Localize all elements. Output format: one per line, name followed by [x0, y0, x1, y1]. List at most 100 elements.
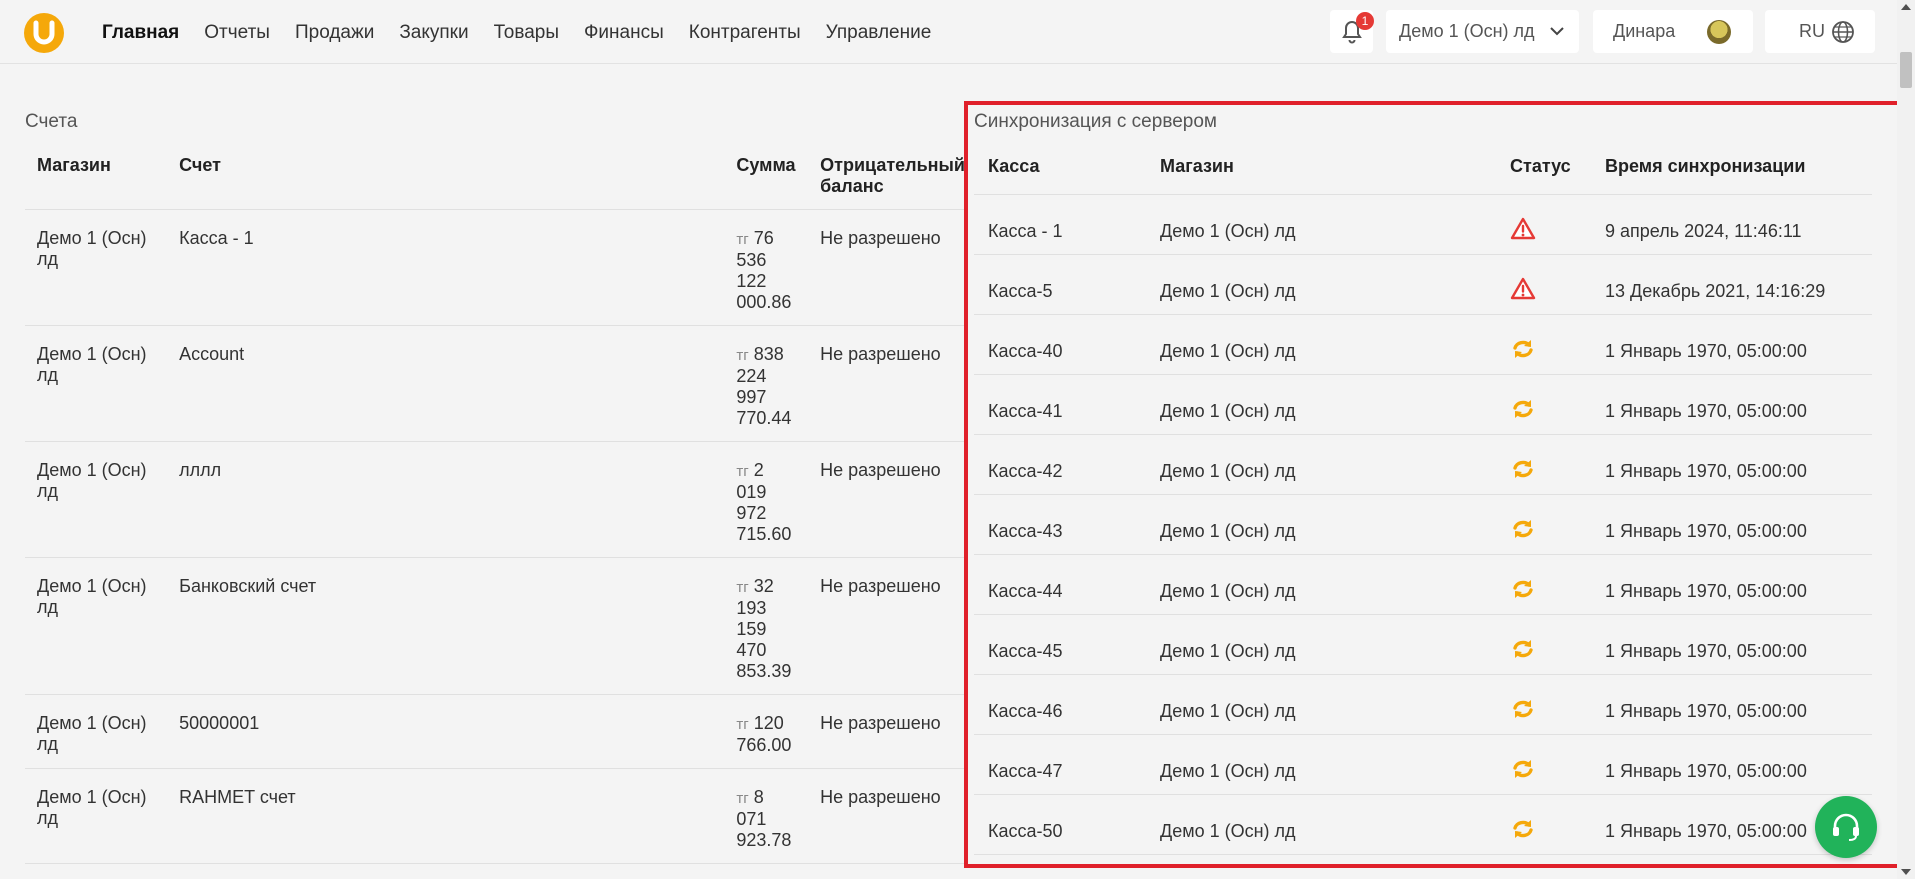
sum-part: 766.00 — [736, 735, 792, 755]
table-row[interactable]: Касса-42 Демо 1 (Осн) лд 1 Январь 1970, 05… — [974, 434, 1872, 495]
sync-time: 1 Январь 1970, 05:00:00 — [1591, 554, 1872, 615]
logo-icon[interactable] — [24, 13, 64, 53]
table-row[interactable]: Касса-47 Демо 1 (Осн) лд 1 Январь 1970, 05… — [974, 734, 1872, 795]
sync-time: 9 апрель 2024, 11:46:11 — [1591, 194, 1872, 255]
sync-store: Демо 1 (Осн) лд — [1146, 494, 1496, 555]
sync-header-row: Касса Магазин Статус Время синхронизации — [974, 140, 1872, 195]
sum-part: 770.44 — [736, 408, 792, 428]
support-chat-button[interactable] — [1815, 796, 1877, 858]
chevron-down-icon — [1550, 27, 1564, 36]
currency-label: тг — [736, 231, 749, 248]
nav-item-5[interactable]: Финансы — [584, 22, 664, 44]
language-label: RU — [1799, 21, 1825, 41]
table-row[interactable]: Демо 1 (Осн) лд Банковский счет тг 32 193 15… — [25, 557, 965, 695]
sync-store: Демо 1 (Осн) лд — [1146, 254, 1496, 315]
scroll-down-arrow[interactable] — [1901, 869, 1911, 875]
column-header-sum[interactable]: Сумма — [724, 140, 809, 210]
account-negative-balance: Не разрешено — [820, 460, 941, 480]
sync-cash: Касса-42 — [974, 434, 1146, 495]
account-name: лллл — [179, 460, 222, 480]
sync-store: Демо 1 (Осн) лд — [1146, 194, 1496, 255]
account-store: Демо 1 (Осн) лд — [37, 576, 147, 617]
column-header-account[interactable]: Счет — [167, 140, 725, 210]
sync-cash: Касса-45 — [974, 614, 1146, 675]
page-scrollbar[interactable] — [1897, 0, 1915, 879]
sync-cash: Касса-46 — [974, 674, 1146, 735]
sync-icon — [1513, 759, 1533, 778]
avatar — [1707, 20, 1731, 44]
sum-part: 536 — [736, 250, 767, 270]
sync-status — [1496, 734, 1591, 795]
sync-cash: Касса-5 — [974, 254, 1146, 315]
table-row[interactable]: Демо 1 (Осн) лд RAHMET счет тг 8 071 923.78 Н… — [25, 768, 965, 864]
user-menu[interactable]: Динара — [1593, 10, 1753, 53]
account-negative-balance: Не разрешено — [820, 228, 941, 248]
sum-part: 972 — [736, 503, 767, 523]
table-row[interactable]: Демо 1 (Осн) лд Касса - 1 тг 76 536 122 000.8… — [25, 209, 965, 326]
sync-cash: Касса-43 — [974, 494, 1146, 555]
table-row[interactable]: Касса-44 Демо 1 (Осн) лд 1 Январь 1970, 05… — [974, 554, 1872, 615]
sync-status — [1496, 794, 1591, 855]
sum-part: 159 — [736, 619, 767, 639]
sum-part: 000.86 — [736, 292, 792, 312]
account-sum: тг 76 536 122 000.86 — [736, 210, 808, 313]
sync-status — [1496, 554, 1591, 615]
accounts-header-row: Магазин Счет Сумма Отрицательный баланс — [25, 140, 965, 210]
sync-time: 1 Январь 1970, 05:00:00 — [1591, 734, 1872, 795]
store-selector-label: Демо 1 (Осн) лд — [1399, 21, 1535, 41]
sync-icon — [1513, 459, 1533, 478]
nav-item-3[interactable]: Закупки — [399, 22, 468, 44]
table-row[interactable]: Демо 1 (Осн) лд лллл тг 2 019 972 715.60 Не ра… — [25, 441, 965, 558]
table-row[interactable]: Касса-40 Демо 1 (Осн) лд 1 Январь 1970, 05… — [974, 314, 1872, 375]
nav-item-4[interactable]: Товары — [494, 22, 559, 44]
nav-item-0[interactable]: Главная — [102, 22, 179, 44]
sync-cash: Касса-44 — [974, 554, 1146, 615]
table-row[interactable]: Касса-46 Демо 1 (Осн) лд 1 Январь 1970, 05… — [974, 674, 1872, 735]
sync-cash: Касса-40 — [974, 314, 1146, 375]
sync-icon — [1513, 699, 1533, 718]
table-row[interactable]: Касса-5 Демо 1 (Осн) лд 13 Декабрь 2021, 1… — [974, 254, 1872, 315]
sync-time: 1 Январь 1970, 05:00:00 — [1591, 374, 1872, 435]
table-row[interactable]: Касса - 1 Демо 1 (Осн) лд 9 апрель 2024, 1… — [974, 194, 1872, 255]
account-store: Демо 1 (Осн) лд — [37, 713, 147, 754]
column-header-negative-balance[interactable]: Отрицательный баланс — [808, 140, 965, 210]
sum-part: 853.39 — [736, 661, 792, 681]
table-row[interactable]: Касса-43 Демо 1 (Осн) лд 1 Январь 1970, 05… — [974, 494, 1872, 555]
column-header-store[interactable]: Магазин — [25, 140, 168, 210]
language-selector[interactable]: RU — [1765, 10, 1875, 53]
column-header-sync-time[interactable]: Время синхронизации — [1591, 140, 1872, 195]
nav-item-7[interactable]: Управление — [826, 22, 932, 44]
nav-item-6[interactable]: Контрагенты — [689, 22, 801, 44]
column-header-sync-store[interactable]: Магазин — [1146, 140, 1496, 195]
table-row[interactable]: Демо 1 (Осн) лд Account тг 838 224 997 770.44… — [25, 325, 965, 442]
account-sum: тг 838 224 997 770.44 — [736, 326, 808, 429]
table-row[interactable]: Касса-41 Демо 1 (Осн) лд 1 Январь 1970, 05… — [974, 374, 1872, 435]
sync-time: 1 Январь 1970, 05:00:00 — [1591, 614, 1872, 675]
top-navigation-bar: Главная Отчеты Продажи Закупки Товары Финансы… — [0, 0, 1897, 64]
currency-label: тг — [736, 790, 749, 807]
account-store: Демо 1 (Осн) лд — [37, 460, 147, 501]
nav-item-2[interactable]: Продажи — [295, 22, 374, 44]
sum-part: 071 — [736, 809, 767, 829]
sum-part: 120 — [753, 713, 784, 733]
sum-part: 470 — [736, 640, 767, 660]
column-header-cash[interactable]: Касса — [974, 140, 1146, 195]
sync-time: 1 Январь 1970, 05:00:00 — [1591, 494, 1872, 555]
account-store: Демо 1 (Осн) лд — [37, 787, 147, 828]
sync-cash: Касса - 1 — [974, 194, 1146, 255]
scroll-up-arrow[interactable] — [1901, 4, 1911, 10]
nav-item-1[interactable]: Отчеты — [204, 22, 270, 44]
table-row[interactable]: Касса-45 Демо 1 (Осн) лд 1 Январь 1970, 05… — [974, 614, 1872, 675]
account-store: Демо 1 (Осн) лд — [37, 344, 147, 385]
sync-status — [1496, 434, 1591, 495]
table-row[interactable]: Касса-50 Демо 1 (Осн) лд 1 Январь 1970, 05… — [974, 794, 1872, 855]
scroll-thumb[interactable] — [1900, 52, 1912, 88]
column-header-status[interactable]: Статус — [1496, 140, 1591, 195]
store-selector[interactable]: Демо 1 (Осн) лд — [1386, 10, 1579, 53]
sync-cash: Касса-50 — [974, 794, 1146, 855]
table-row[interactable]: Демо 1 (Осн) лд 50000001 тг 120 766.00 Не ра… — [25, 694, 965, 769]
sync-status — [1496, 494, 1591, 555]
notifications-button[interactable]: 1 — [1330, 10, 1374, 53]
warning-icon — [1510, 217, 1536, 239]
account-sum: тг 2 019 972 715.60 — [736, 442, 808, 545]
